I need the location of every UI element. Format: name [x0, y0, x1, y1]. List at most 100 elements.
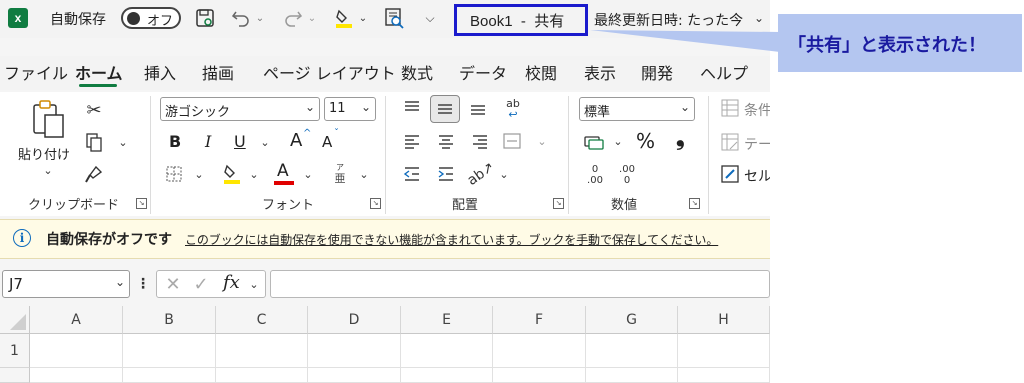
- conditional-formatting-label[interactable]: 条件: [744, 100, 770, 120]
- cell-f2[interactable]: [493, 368, 586, 383]
- row-header-1[interactable]: 1: [0, 334, 30, 368]
- cell-e1[interactable]: [401, 334, 493, 368]
- column-header-g[interactable]: G: [586, 306, 678, 334]
- wrap-text-icon[interactable]: ab ↩: [500, 96, 526, 122]
- merge-center-icon[interactable]: [500, 130, 524, 152]
- cell-h1[interactable]: [678, 334, 770, 368]
- orientation-dropdown-icon[interactable]: ⌄: [498, 167, 510, 181]
- cell-d2[interactable]: [308, 368, 401, 383]
- align-right-icon[interactable]: [468, 130, 492, 152]
- cell-styles-label[interactable]: セル: [744, 166, 770, 186]
- cell-styles-icon[interactable]: [720, 164, 740, 184]
- enter-icon[interactable]: ✓: [190, 273, 212, 295]
- accounting-format-icon[interactable]: [582, 131, 606, 153]
- cell-g1[interactable]: [586, 334, 678, 368]
- chevron-down-icon[interactable]: ⌄: [248, 276, 260, 292]
- decrease-decimal-icon[interactable]: .00 0: [614, 162, 640, 188]
- number-launcher-icon[interactable]: ↘: [689, 198, 700, 209]
- column-header-d[interactable]: D: [308, 306, 401, 334]
- cut-icon[interactable]: ✂: [83, 99, 105, 121]
- tab-page-layout[interactable]: ページ レイアウト: [263, 60, 396, 84]
- align-middle-icon[interactable]: [430, 95, 460, 123]
- borders-icon[interactable]: [163, 163, 185, 185]
- tab-draw[interactable]: 描画: [202, 60, 234, 84]
- column-header-c[interactable]: C: [216, 306, 308, 334]
- copy-dropdown-icon[interactable]: ⌄: [117, 135, 129, 149]
- align-left-icon[interactable]: [400, 130, 424, 152]
- formula-input[interactable]: [270, 270, 770, 298]
- borders-dropdown-icon[interactable]: ⌄: [193, 167, 205, 181]
- customize-toolbar-icon[interactable]: ⌵: [422, 9, 438, 27]
- column-header-b[interactable]: B: [123, 306, 216, 334]
- cell-h2[interactable]: [678, 368, 770, 383]
- font-name-select[interactable]: 游ゴシック ⌄: [160, 97, 320, 121]
- underline-button[interactable]: U: [234, 132, 246, 151]
- column-header-e[interactable]: E: [401, 306, 493, 334]
- cell-g2[interactable]: [586, 368, 678, 383]
- tab-formulas[interactable]: 数式: [401, 60, 433, 84]
- fill-color-dropdown-icon[interactable]: ⌄: [357, 10, 369, 26]
- alignment-launcher-icon[interactable]: ↘: [553, 198, 564, 209]
- select-all-corner[interactable]: [0, 306, 30, 334]
- tab-data[interactable]: データ: [459, 60, 507, 84]
- tab-help[interactable]: ヘルプ: [700, 60, 748, 84]
- name-box[interactable]: J7 ⌄: [2, 270, 130, 298]
- cancel-icon[interactable]: ✕: [162, 273, 184, 295]
- font-size-select[interactable]: 11 ⌄: [324, 97, 376, 121]
- decrease-font-button[interactable]: A: [322, 133, 332, 151]
- increase-decimal-icon[interactable]: 0 .00: [582, 162, 608, 188]
- autosave-toggle[interactable]: オフ: [121, 7, 181, 29]
- cell-a1[interactable]: [30, 334, 123, 368]
- tab-home[interactable]: ホーム: [75, 60, 123, 84]
- column-header-h[interactable]: H: [678, 306, 770, 334]
- paste-dropdown-icon[interactable]: ⌄: [42, 163, 54, 177]
- align-center-icon[interactable]: [434, 130, 458, 152]
- cell-b2[interactable]: [123, 368, 216, 383]
- tab-review[interactable]: 校閲: [525, 60, 557, 84]
- fill-color-dropdown-icon[interactable]: ⌄: [248, 167, 260, 181]
- redo-dropdown-icon[interactable]: ⌄: [306, 10, 318, 26]
- format-as-table-icon[interactable]: [720, 132, 740, 152]
- format-painter-icon[interactable]: [83, 163, 105, 185]
- fill-color-icon[interactable]: [220, 162, 244, 186]
- underline-dropdown-icon[interactable]: ⌄: [259, 135, 271, 149]
- more-options-icon[interactable]: ⋮: [136, 274, 150, 294]
- clipboard-launcher-icon[interactable]: ↘: [136, 198, 147, 209]
- font-color-icon[interactable]: A: [272, 161, 296, 187]
- paste-icon[interactable]: [28, 98, 68, 140]
- cell-d1[interactable]: [308, 334, 401, 368]
- cell-f1[interactable]: [493, 334, 586, 368]
- cell-c1[interactable]: [216, 334, 308, 368]
- increase-indent-icon[interactable]: [434, 163, 458, 185]
- italic-button[interactable]: I: [205, 132, 211, 151]
- font-color-dropdown-icon[interactable]: ⌄: [302, 167, 314, 181]
- redo-icon[interactable]: [282, 7, 304, 29]
- increase-font-button[interactable]: A: [290, 130, 302, 151]
- column-header-f[interactable]: F: [493, 306, 586, 334]
- cell-a2[interactable]: [30, 368, 123, 383]
- undo-dropdown-icon[interactable]: ⌄: [254, 10, 266, 26]
- conditional-formatting-icon[interactable]: [720, 98, 740, 118]
- accounting-dropdown-icon[interactable]: ⌄: [612, 134, 624, 148]
- fill-color-icon[interactable]: [333, 6, 355, 30]
- tab-insert[interactable]: 挿入: [144, 60, 176, 84]
- row-header-2[interactable]: [0, 368, 30, 383]
- decrease-indent-icon[interactable]: [400, 163, 424, 185]
- phonetic-guide-icon[interactable]: ア 亜: [328, 160, 352, 188]
- insert-function-button[interactable]: fx: [223, 272, 240, 293]
- tab-view[interactable]: 表示: [584, 60, 616, 84]
- comma-style-button[interactable]: ❟: [676, 126, 685, 151]
- paste-label[interactable]: 貼り付け: [18, 144, 70, 163]
- tab-developer[interactable]: 開発: [641, 60, 673, 84]
- cell-b1[interactable]: [123, 334, 216, 368]
- format-as-table-label[interactable]: テー: [744, 134, 770, 154]
- number-format-select[interactable]: 標準 ⌄: [579, 97, 695, 121]
- percent-style-button[interactable]: %: [636, 129, 655, 153]
- align-top-icon[interactable]: [400, 97, 424, 119]
- phonetic-dropdown-icon[interactable]: ⌄: [358, 167, 370, 181]
- column-header-a[interactable]: A: [30, 306, 123, 334]
- copy-icon[interactable]: [83, 131, 105, 153]
- print-preview-icon[interactable]: [382, 6, 406, 30]
- document-title-highlight[interactable]: Book1 - 共有: [454, 4, 588, 36]
- merge-dropdown-icon[interactable]: ⌄: [536, 134, 548, 148]
